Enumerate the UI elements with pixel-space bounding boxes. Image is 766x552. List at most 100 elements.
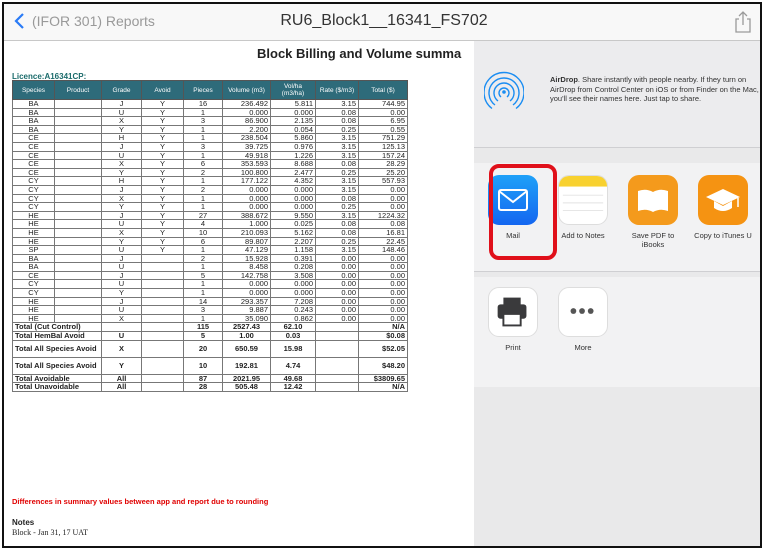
table-cell: 3.508: [270, 270, 316, 281]
table-cell: [54, 124, 102, 135]
table-cell: 100.800: [222, 167, 271, 178]
table-cell: [141, 279, 184, 290]
column-header: Volume (m3): [222, 80, 271, 100]
airdrop-section[interactable]: AirDrop. Share instantly with people nea…: [474, 41, 760, 148]
table-cell: 1: [183, 245, 223, 255]
total-cell: [141, 331, 184, 341]
share-app-itunes-u[interactable]: Copy to iTunes U: [692, 175, 754, 240]
table-cell: 0.08: [315, 193, 359, 204]
total-row: Total Avoidable All 87 2021.95 49.68 $3809.65: [12, 373, 408, 384]
table-row: CE X Y 6 353.593 8.688 0.08 28.29: [12, 159, 408, 169]
table-cell: Y: [141, 167, 184, 178]
table-cell: Y: [101, 124, 142, 135]
table-cell: Y: [141, 184, 184, 195]
table-cell: 3.15: [315, 150, 359, 161]
table-row: HE X Y 10 210.093 5.162 0.08 16.81: [12, 227, 408, 238]
table-cell: J: [101, 210, 142, 221]
table-cell: 5.860: [270, 133, 316, 143]
table-cell: 557.93: [358, 176, 408, 186]
table-cell: J: [101, 253, 142, 264]
table-cell: 3.15: [315, 184, 359, 195]
table-cell: [54, 236, 102, 247]
total-cell: 650.59: [222, 339, 271, 358]
itunes-u-icon: [698, 175, 748, 225]
total-cell: [315, 356, 359, 375]
share-action-more[interactable]: More: [552, 287, 614, 352]
table-cell: 0.000: [222, 202, 271, 212]
table-cell: 0.862: [270, 313, 316, 324]
table-cell: 0.00: [358, 296, 408, 307]
table-cell: [141, 296, 184, 307]
table-cell: 0.08: [358, 219, 408, 229]
table-cell: Y: [141, 227, 184, 238]
table-cell: Y: [101, 202, 142, 212]
share-app-mail[interactable]: Mail: [482, 164, 557, 260]
table-cell: 39.725: [222, 141, 271, 152]
table-row: CY U 1 0.000 0.000 0.00 0.00: [12, 279, 408, 290]
table-cell: 142.758: [222, 270, 271, 281]
table-cell: Y: [141, 176, 184, 186]
ibooks-icon: [628, 175, 678, 225]
share-app-notes[interactable]: Add to Notes: [552, 175, 614, 240]
table-cell: 2: [183, 253, 223, 264]
table-cell: [54, 296, 102, 307]
table-cell: 0.000: [270, 193, 316, 204]
table-cell: BA: [12, 99, 55, 109]
total-row: Total All Species Avoid X 20 650.59 15.98 $52…: [12, 339, 408, 358]
table-cell: J: [101, 99, 142, 109]
table-cell: 0.000: [270, 184, 316, 195]
table-cell: 0.243: [270, 305, 316, 315]
table-cell: [54, 202, 102, 212]
table-cell: 1: [183, 107, 223, 118]
table-cell: 4: [183, 219, 223, 229]
table-cell: [54, 253, 102, 264]
table-cell: 2.135: [270, 116, 316, 126]
share-action-print[interactable]: Print: [482, 287, 544, 352]
table-cell: 0.00: [315, 305, 359, 315]
table-cell: 47.129: [222, 245, 271, 255]
table-cell: CY: [12, 288, 55, 298]
airdrop-icon: [484, 71, 524, 110]
notes-icon: [558, 175, 608, 225]
share-sheet: AirDrop. Share instantly with people nea…: [474, 41, 760, 546]
table-cell: [54, 270, 102, 281]
share-app-ibooks[interactable]: Save PDF to iBooks: [622, 175, 684, 249]
table-cell: 0.25: [315, 124, 359, 135]
table-row: CE J 5 142.758 3.508 0.00 0.00: [12, 270, 408, 281]
table-cell: HE: [12, 210, 55, 221]
total-cell: 10: [183, 356, 223, 375]
total-row: Total Unavoidable All 28 505.48 12.42 N/A: [12, 382, 408, 392]
total-cell: [315, 339, 359, 358]
table-cell: 0.55: [358, 124, 408, 135]
table-cell: 0.00: [315, 253, 359, 264]
table-cell: 2: [183, 167, 223, 178]
table-cell: BA: [12, 116, 55, 126]
table-row: CE Y Y 2 100.800 2.477 0.25 25.20: [12, 167, 408, 178]
table-cell: HE: [12, 227, 55, 238]
table-cell: J: [101, 270, 142, 281]
share-icon[interactable]: [734, 11, 752, 33]
total-cell: [141, 382, 184, 392]
table-cell: U: [101, 219, 142, 229]
table-cell: 1: [183, 150, 223, 161]
table-row: CE H Y 1 238.504 5.860 3.15 751.29: [12, 133, 408, 143]
table-row: BA Y Y 1 2.200 0.054 0.25 0.55: [12, 124, 408, 135]
table-cell: Y: [101, 167, 142, 178]
table-cell: 0.00: [358, 184, 408, 195]
table-cell: Y: [141, 116, 184, 126]
table-cell: 238.504: [222, 133, 271, 143]
table-cell: 0.08: [315, 227, 359, 238]
table-cell: 236.492: [222, 99, 271, 109]
table-cell: Y: [101, 236, 142, 247]
table-cell: H: [101, 133, 142, 143]
table-row: CY J Y 2 0.000 0.000 3.15 0.00: [12, 184, 408, 195]
total-row: Total HemBal Avoid U 5 1.00 0.03 $0.08: [12, 331, 408, 341]
total-cell: $0.08: [358, 331, 408, 341]
table-cell: 14: [183, 296, 223, 307]
billing-table: Species Product Grade Avoid Pieces Volume (m3…: [12, 80, 408, 392]
total-row: Total (Cut Control) 115 2527.43 62.10 N/A: [12, 322, 408, 333]
table-cell: Y: [141, 124, 184, 135]
share-app-label: Copy to iTunes U: [694, 231, 752, 240]
total-cell: [315, 331, 359, 341]
column-header: Rate ($/m3): [315, 80, 359, 100]
